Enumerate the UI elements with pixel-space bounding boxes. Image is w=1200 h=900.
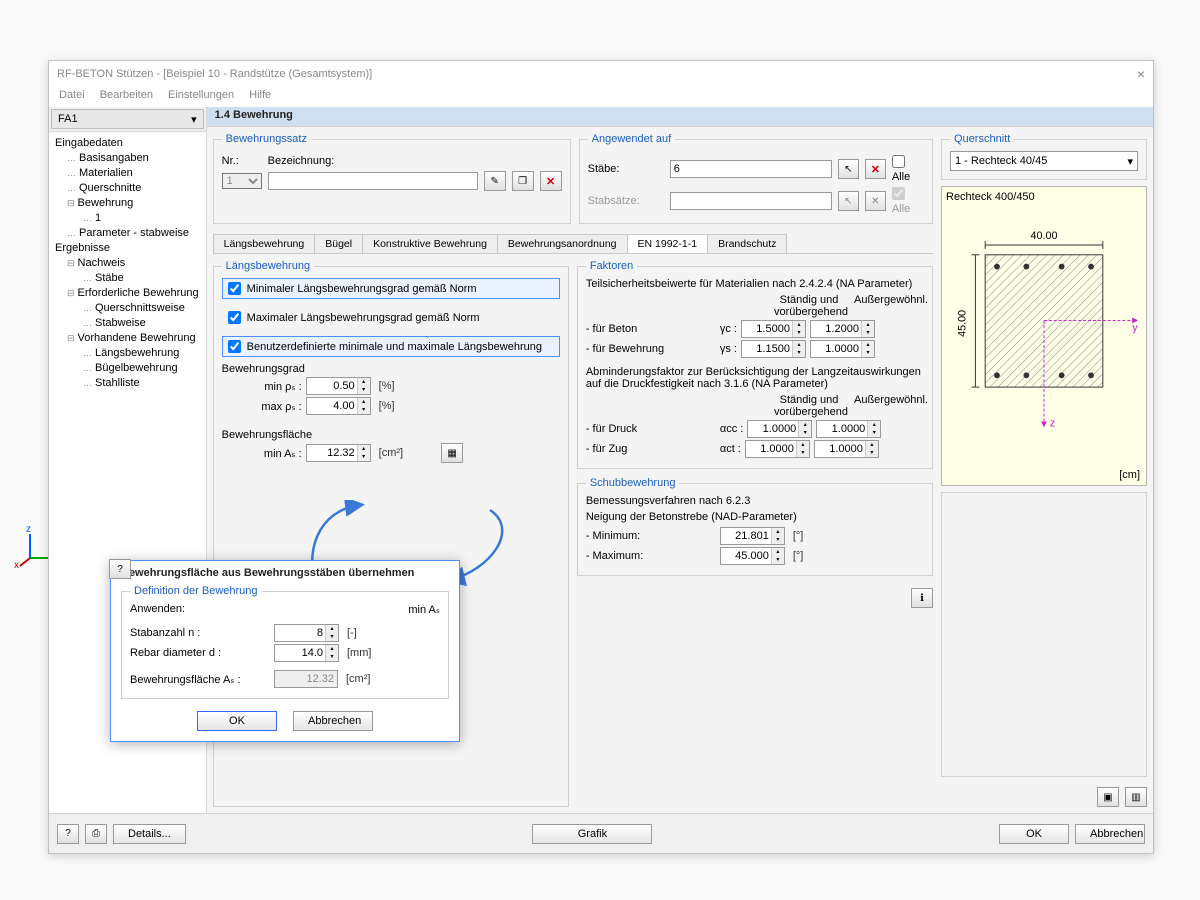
tree-item[interactable]: Bügelbewehrung bbox=[79, 361, 204, 376]
tree-item[interactable]: Stabweise bbox=[79, 316, 204, 331]
remove2-icon: ✕ bbox=[865, 191, 886, 211]
min-rho-spinner[interactable]: ▴▾ bbox=[306, 377, 371, 395]
bezeichnung-input[interactable] bbox=[268, 172, 478, 190]
chevron-down-icon: ▾ bbox=[191, 113, 197, 126]
pick2-icon: ↖ bbox=[838, 191, 859, 211]
acc-p-spinner[interactable]: ▴▾ bbox=[747, 420, 812, 438]
tree-item[interactable]: Stäbe bbox=[79, 271, 204, 286]
cross-section-view: Rechteck 400/450 bbox=[941, 186, 1147, 486]
height-label: 45.00 bbox=[957, 310, 969, 337]
tab-buegel[interactable]: Bügel bbox=[314, 234, 363, 253]
sidebar-combo[interactable]: FA1▾ bbox=[51, 109, 204, 129]
menu-datei[interactable]: Datei bbox=[59, 89, 85, 101]
new-icon[interactable]: ✎ bbox=[484, 171, 506, 191]
chevron-down-icon: ▾ bbox=[1127, 155, 1133, 168]
menu-hilfe[interactable]: Hilfe bbox=[249, 89, 271, 101]
staebe-input[interactable] bbox=[670, 160, 832, 178]
popup-fieldset: Definition der Bewehrung Anwenden: min A… bbox=[121, 585, 449, 699]
view1-icon[interactable]: ▣ bbox=[1097, 787, 1119, 807]
rebar-dialog-icon[interactable]: ▦ bbox=[441, 443, 463, 463]
querschnitt-select[interactable]: 1 - Rechteck 40/45▾ bbox=[950, 151, 1138, 171]
grafik-button[interactable]: Grafik bbox=[532, 824, 652, 844]
delete-icon: ✕ bbox=[540, 171, 562, 191]
svg-text:y: y bbox=[1132, 322, 1138, 334]
tab-laengs[interactable]: Längsbewehrung bbox=[213, 234, 316, 253]
tree-item[interactable]: Bewehrung bbox=[63, 196, 204, 211]
svg-text:z: z bbox=[1050, 417, 1055, 429]
view2-icon[interactable]: ▥ bbox=[1125, 787, 1147, 807]
tab-brandschutz[interactable]: Brandschutz bbox=[707, 234, 787, 253]
max-rho-spinner[interactable]: ▴▾ bbox=[306, 397, 371, 415]
window-title: RF-BETON Stützen - [Beispiel 10 - Randst… bbox=[57, 68, 372, 80]
neigung-max-spinner[interactable]: ▴▾ bbox=[720, 547, 785, 565]
tree-item[interactable]: Ergebnisse bbox=[51, 241, 204, 256]
gs-p-spinner[interactable]: ▴▾ bbox=[741, 340, 806, 358]
stabanzahl-spinner[interactable]: ▴▾ bbox=[274, 624, 339, 642]
pick-icon[interactable]: ↖ bbox=[838, 159, 859, 179]
tree-item[interactable]: Basisangaben bbox=[63, 151, 204, 166]
tree-item[interactable]: Materialien bbox=[63, 166, 204, 181]
print-icon[interactable]: ⎙ bbox=[85, 824, 107, 844]
alle-staebe-check[interactable] bbox=[892, 155, 905, 168]
tree-item[interactable]: Vorhandene Bewehrung bbox=[63, 331, 204, 346]
tab-konstruktiv[interactable]: Konstruktive Bewehrung bbox=[362, 234, 498, 253]
ok-button[interactable]: OK bbox=[999, 824, 1069, 844]
act-a-spinner[interactable]: ▴▾ bbox=[814, 440, 879, 458]
stabsaetze-input bbox=[670, 192, 832, 210]
area-output bbox=[274, 670, 338, 688]
menu-einstellungen[interactable]: Einstellungen bbox=[168, 89, 234, 101]
fieldset-faktoren: Faktoren Teilsicherheitsbeiwerte für Mat… bbox=[577, 260, 933, 469]
fieldset-bewehrungssatz: Bewehrungssatz Nr.: Bezeichnung: 1 ✎ ❐ ✕ bbox=[213, 133, 571, 224]
tree-item[interactable]: Querschnitte bbox=[63, 181, 204, 196]
nr-select[interactable]: 1 bbox=[222, 173, 262, 189]
gc-a-spinner[interactable]: ▴▾ bbox=[810, 320, 875, 338]
fieldset-querschnitt: Querschnitt 1 - Rechteck 40/45▾ bbox=[941, 133, 1147, 180]
tree-item[interactable]: Stahlliste bbox=[79, 376, 204, 391]
tab-en1992[interactable]: EN 1992-1-1 bbox=[627, 234, 709, 253]
tree-item[interactable]: Parameter - stabweise bbox=[63, 226, 204, 241]
chk-min-norm[interactable]: Minimaler Längsbewehrungsgrad gemäß Norm bbox=[222, 278, 560, 299]
main-header: 1.4 Bewehrung bbox=[207, 107, 1153, 127]
menubar: Datei Bearbeiten Einstellungen Hilfe bbox=[49, 87, 1153, 107]
tree-item[interactable]: 1 bbox=[79, 211, 204, 226]
chk-max-norm[interactable]: Maximaler Längsbewehrungsgrad gemäß Norm bbox=[222, 307, 560, 328]
tree-item[interactable]: Längsbewehrung bbox=[79, 346, 204, 361]
menu-bearbeiten[interactable]: Bearbeiten bbox=[100, 89, 153, 101]
info-buttons: ℹ bbox=[577, 588, 933, 608]
fieldset-schub: Schubbewehrung Bemessungsverfahren nach … bbox=[577, 477, 933, 576]
alle-stabsaetze-check bbox=[892, 187, 905, 200]
copy-icon[interactable]: ❐ bbox=[512, 171, 534, 191]
tree-item[interactable]: Nachweis bbox=[63, 256, 204, 271]
popup-help-icon[interactable]: ? bbox=[109, 559, 131, 579]
popup-ok-button[interactable]: OK bbox=[197, 711, 277, 731]
fieldset-angewendet: Angewendet auf Stäbe: ↖ ✕ Alle Stabsätze… bbox=[579, 133, 933, 224]
cancel-button[interactable]: Abbrechen bbox=[1075, 824, 1145, 844]
tabs: Längsbewehrung Bügel Konstruktive Bewehr… bbox=[213, 234, 933, 254]
tree-item[interactable]: Eingabedaten bbox=[51, 136, 204, 151]
tree-item[interactable]: Erforderliche Bewehrung bbox=[63, 286, 204, 301]
help-icon[interactable]: ? bbox=[57, 824, 79, 844]
rebar-diameter-spinner[interactable]: ▴▾ bbox=[274, 644, 339, 662]
tab-anordnung[interactable]: Bewehrungsanordnung bbox=[497, 234, 628, 253]
act-p-spinner[interactable]: ▴▾ bbox=[745, 440, 810, 458]
chk-user[interactable]: Benutzerdefinierte minimale und maximale… bbox=[222, 336, 560, 357]
rebar-popup: ? Bewehrungsfläche aus Bewehrungsstäben … bbox=[110, 560, 460, 742]
titlebar: RF-BETON Stützen - [Beispiel 10 - Randst… bbox=[49, 61, 1153, 87]
width-label: 40.00 bbox=[1031, 230, 1058, 242]
details-button[interactable]: Details... bbox=[113, 824, 186, 844]
tree-item[interactable]: Querschnittsweise bbox=[79, 301, 204, 316]
info-icon[interactable]: ℹ bbox=[911, 588, 933, 608]
neigung-min-spinner[interactable]: ▴▾ bbox=[720, 527, 785, 545]
acc-a-spinner[interactable]: ▴▾ bbox=[816, 420, 881, 438]
close-icon[interactable]: × bbox=[1137, 66, 1145, 82]
footer-bar: ? ⎙ Details... Grafik OK Abbrechen bbox=[49, 813, 1153, 853]
gc-p-spinner[interactable]: ▴▾ bbox=[741, 320, 806, 338]
popup-cancel-button[interactable]: Abbrechen bbox=[293, 711, 373, 731]
remove-icon[interactable]: ✕ bbox=[865, 159, 886, 179]
min-as-spinner[interactable]: ▴▾ bbox=[306, 444, 371, 462]
gs-a-spinner[interactable]: ▴▾ bbox=[810, 340, 875, 358]
